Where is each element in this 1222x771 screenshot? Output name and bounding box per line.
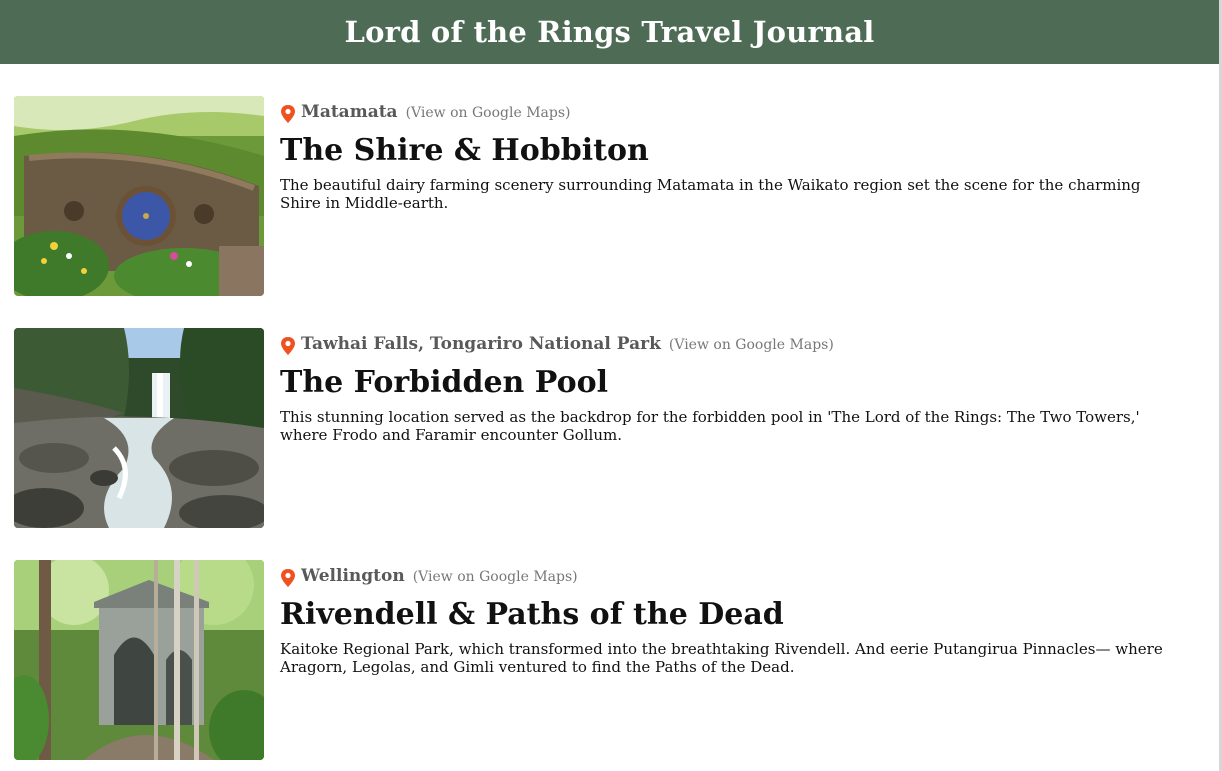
journal-entry: Matamata (View on Google Maps) The Shire… (14, 96, 1204, 296)
map-pin-icon (280, 569, 296, 587)
entry-description: Kaitoke Regional Park, which transformed… (280, 640, 1163, 676)
entry-description: This stunning location served as the bac… (280, 408, 1140, 444)
tawhai-falls-photo (14, 328, 264, 528)
site-header: Lord of the Rings Travel Journal (0, 0, 1219, 64)
hobbiton-photo (14, 96, 264, 296)
entry-description: The beautiful dairy farming scenery surr… (280, 176, 1141, 212)
page-title: Lord of the Rings Travel Journal (344, 15, 875, 49)
location-name: Matamata (301, 102, 398, 122)
journal-entry: Tawhai Falls, Tongariro National Park (V… (14, 328, 1204, 528)
view-on-google-maps-link[interactable]: (View on Google Maps) (669, 337, 834, 353)
location-name: Wellington (301, 566, 405, 586)
rivendell-photo (14, 560, 264, 760)
journal-entry: Wellington (View on Google Maps) Rivende… (14, 560, 1204, 760)
entry-title: Rivendell & Paths of the Dead (280, 597, 784, 632)
entry-title: The Shire & Hobbiton (280, 133, 649, 168)
map-pin-icon (280, 105, 296, 123)
entry-title: The Forbidden Pool (280, 365, 608, 400)
location-name: Tawhai Falls, Tongariro National Park (301, 334, 661, 354)
view-on-google-maps-link[interactable]: (View on Google Maps) (413, 569, 578, 585)
map-pin-icon (280, 337, 296, 355)
view-on-google-maps-link[interactable]: (View on Google Maps) (406, 105, 571, 121)
